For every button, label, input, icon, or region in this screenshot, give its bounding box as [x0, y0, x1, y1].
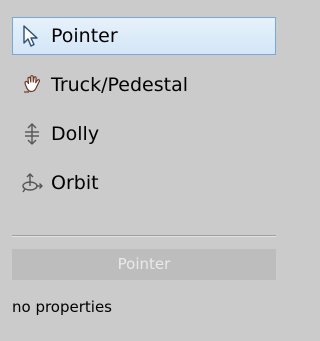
- divider: [12, 235, 276, 237]
- properties-header: Pointer: [12, 249, 276, 280]
- dolly-arrows-icon: [21, 120, 51, 148]
- pointer-arrow-icon: [21, 22, 51, 50]
- tool-pointer-label: Pointer: [51, 25, 118, 47]
- tool-orbit-button[interactable]: Orbit: [12, 164, 276, 202]
- tool-pointer-button[interactable]: Pointer: [12, 17, 276, 55]
- properties-message: no properties: [12, 298, 112, 316]
- orbit-icon: [21, 169, 51, 197]
- camera-tool-panel: Pointer Truck/Pedestal Dolly Orbit Point…: [0, 0, 283, 341]
- tool-truck-pedestal-label: Truck/Pedestal: [51, 74, 189, 96]
- tool-dolly-label: Dolly: [51, 123, 100, 145]
- tool-truck-pedestal-button[interactable]: Truck/Pedestal: [12, 66, 276, 104]
- tool-orbit-label: Orbit: [51, 172, 99, 194]
- tool-list: Pointer Truck/Pedestal Dolly Orbit: [12, 17, 276, 213]
- hand-pan-icon: [21, 71, 51, 99]
- tool-dolly-button[interactable]: Dolly: [12, 115, 276, 153]
